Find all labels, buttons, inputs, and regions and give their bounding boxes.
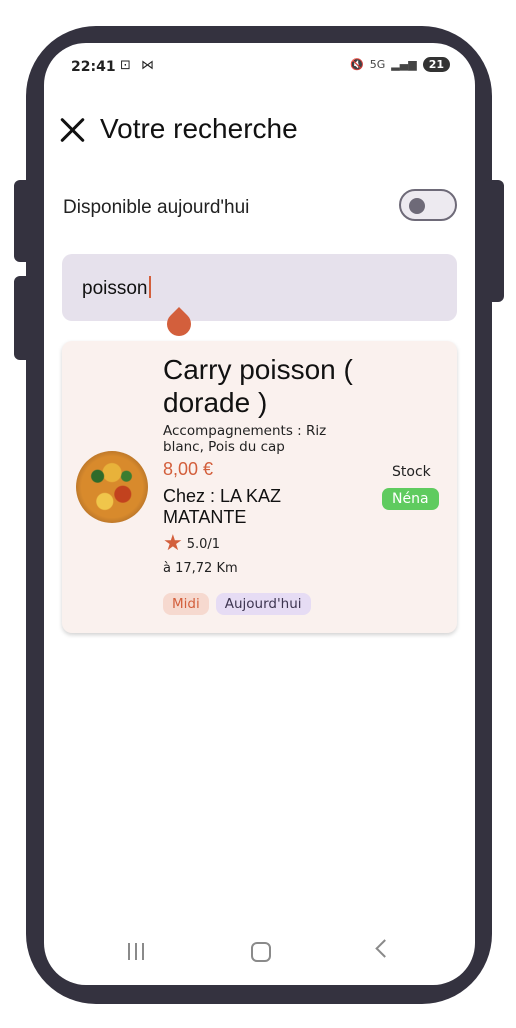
home-icon[interactable] [251,942,271,962]
dish-price: 8,00 € [163,459,214,479]
toggle-knob [409,198,425,214]
volume-down-button [14,276,34,360]
dish-title: Carry poisson ( dorade ) [163,354,353,418]
dish-sides: Accompagnements : Riz blanc, Pois du cap [163,423,327,455]
text-cursor [148,276,151,298]
header: Votre recherche [58,107,298,151]
status-time: 22:41 [71,59,116,75]
available-today-toggle[interactable] [399,189,457,221]
close-icon[interactable] [58,115,86,143]
dish-distance: à 17,72 Km [163,561,238,576]
cursor-handle-icon[interactable] [162,307,196,341]
mute-icon: 🔇 [350,58,364,71]
stock-badge: Néna [382,488,439,510]
dish-chef: Chez : LA KAZ MATANTE [163,486,282,527]
back-icon[interactable] [375,939,394,958]
battery-icon: 21 [422,57,450,72]
available-today-label: Disponible aujourd'hui [63,197,250,218]
recents-icon[interactable] [128,943,144,960]
star-icon: ★ [163,531,183,556]
dish-image [76,451,148,523]
stock-label: Stock [392,464,431,480]
power-button [482,180,504,302]
volume-up-button [14,180,34,262]
available-today-row: Disponible aujourd'hui [63,189,457,229]
tag-list: Midi Aujourd'hui [163,593,311,615]
status-bar: 22:41 ⊡ ⋈ 🔇 5G ▂▄▆ 21 [44,43,475,91]
navigation-bar [44,925,475,985]
network-label: 5G [369,58,386,71]
rating-row: ★ 5.0/1 [163,533,220,555]
screen: 22:41 ⊡ ⋈ 🔇 5G ▂▄▆ 21 Votre recherche Di… [44,43,475,985]
rating-value: 5.0/1 [186,536,221,552]
search-value-wrap: poisson [82,276,151,300]
notification-icons: ⊡ ⋈ [120,58,158,73]
search-input[interactable]: poisson [62,254,457,341]
page-title: Votre recherche [100,113,298,144]
tag-day: Aujourd'hui [215,593,311,615]
signal-icon: ▂▄▆ [391,58,417,71]
tag-meal: Midi [163,593,209,615]
search-value: poisson [82,278,148,299]
result-card[interactable]: Carry poisson ( dorade ) Accompagnements… [62,341,457,633]
status-right: 🔇 5G ▂▄▆ 21 [350,57,450,72]
